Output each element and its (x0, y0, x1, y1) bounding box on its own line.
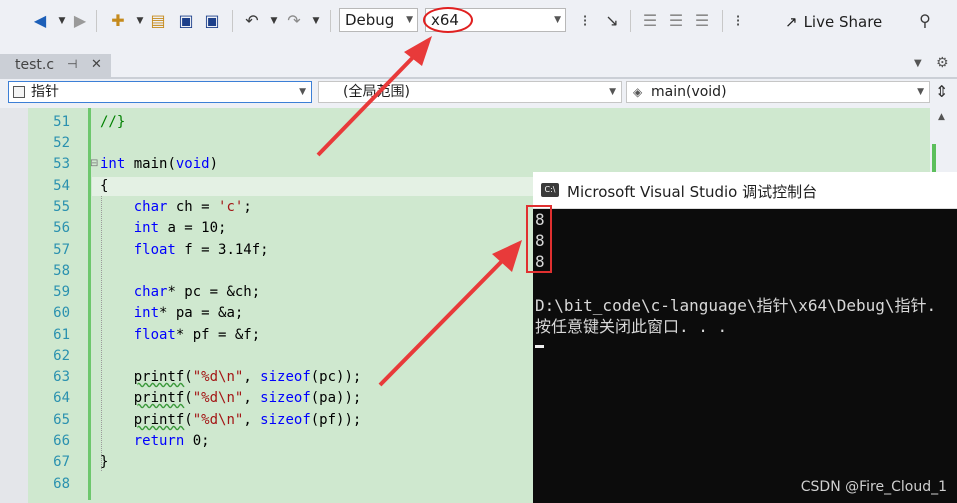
arrow-to-x64 (316, 36, 432, 157)
watermark: CSDN @Fire_Cloud_1 (800, 479, 947, 495)
arrow-to-output (378, 240, 522, 387)
annotation-arrows (316, 36, 522, 387)
